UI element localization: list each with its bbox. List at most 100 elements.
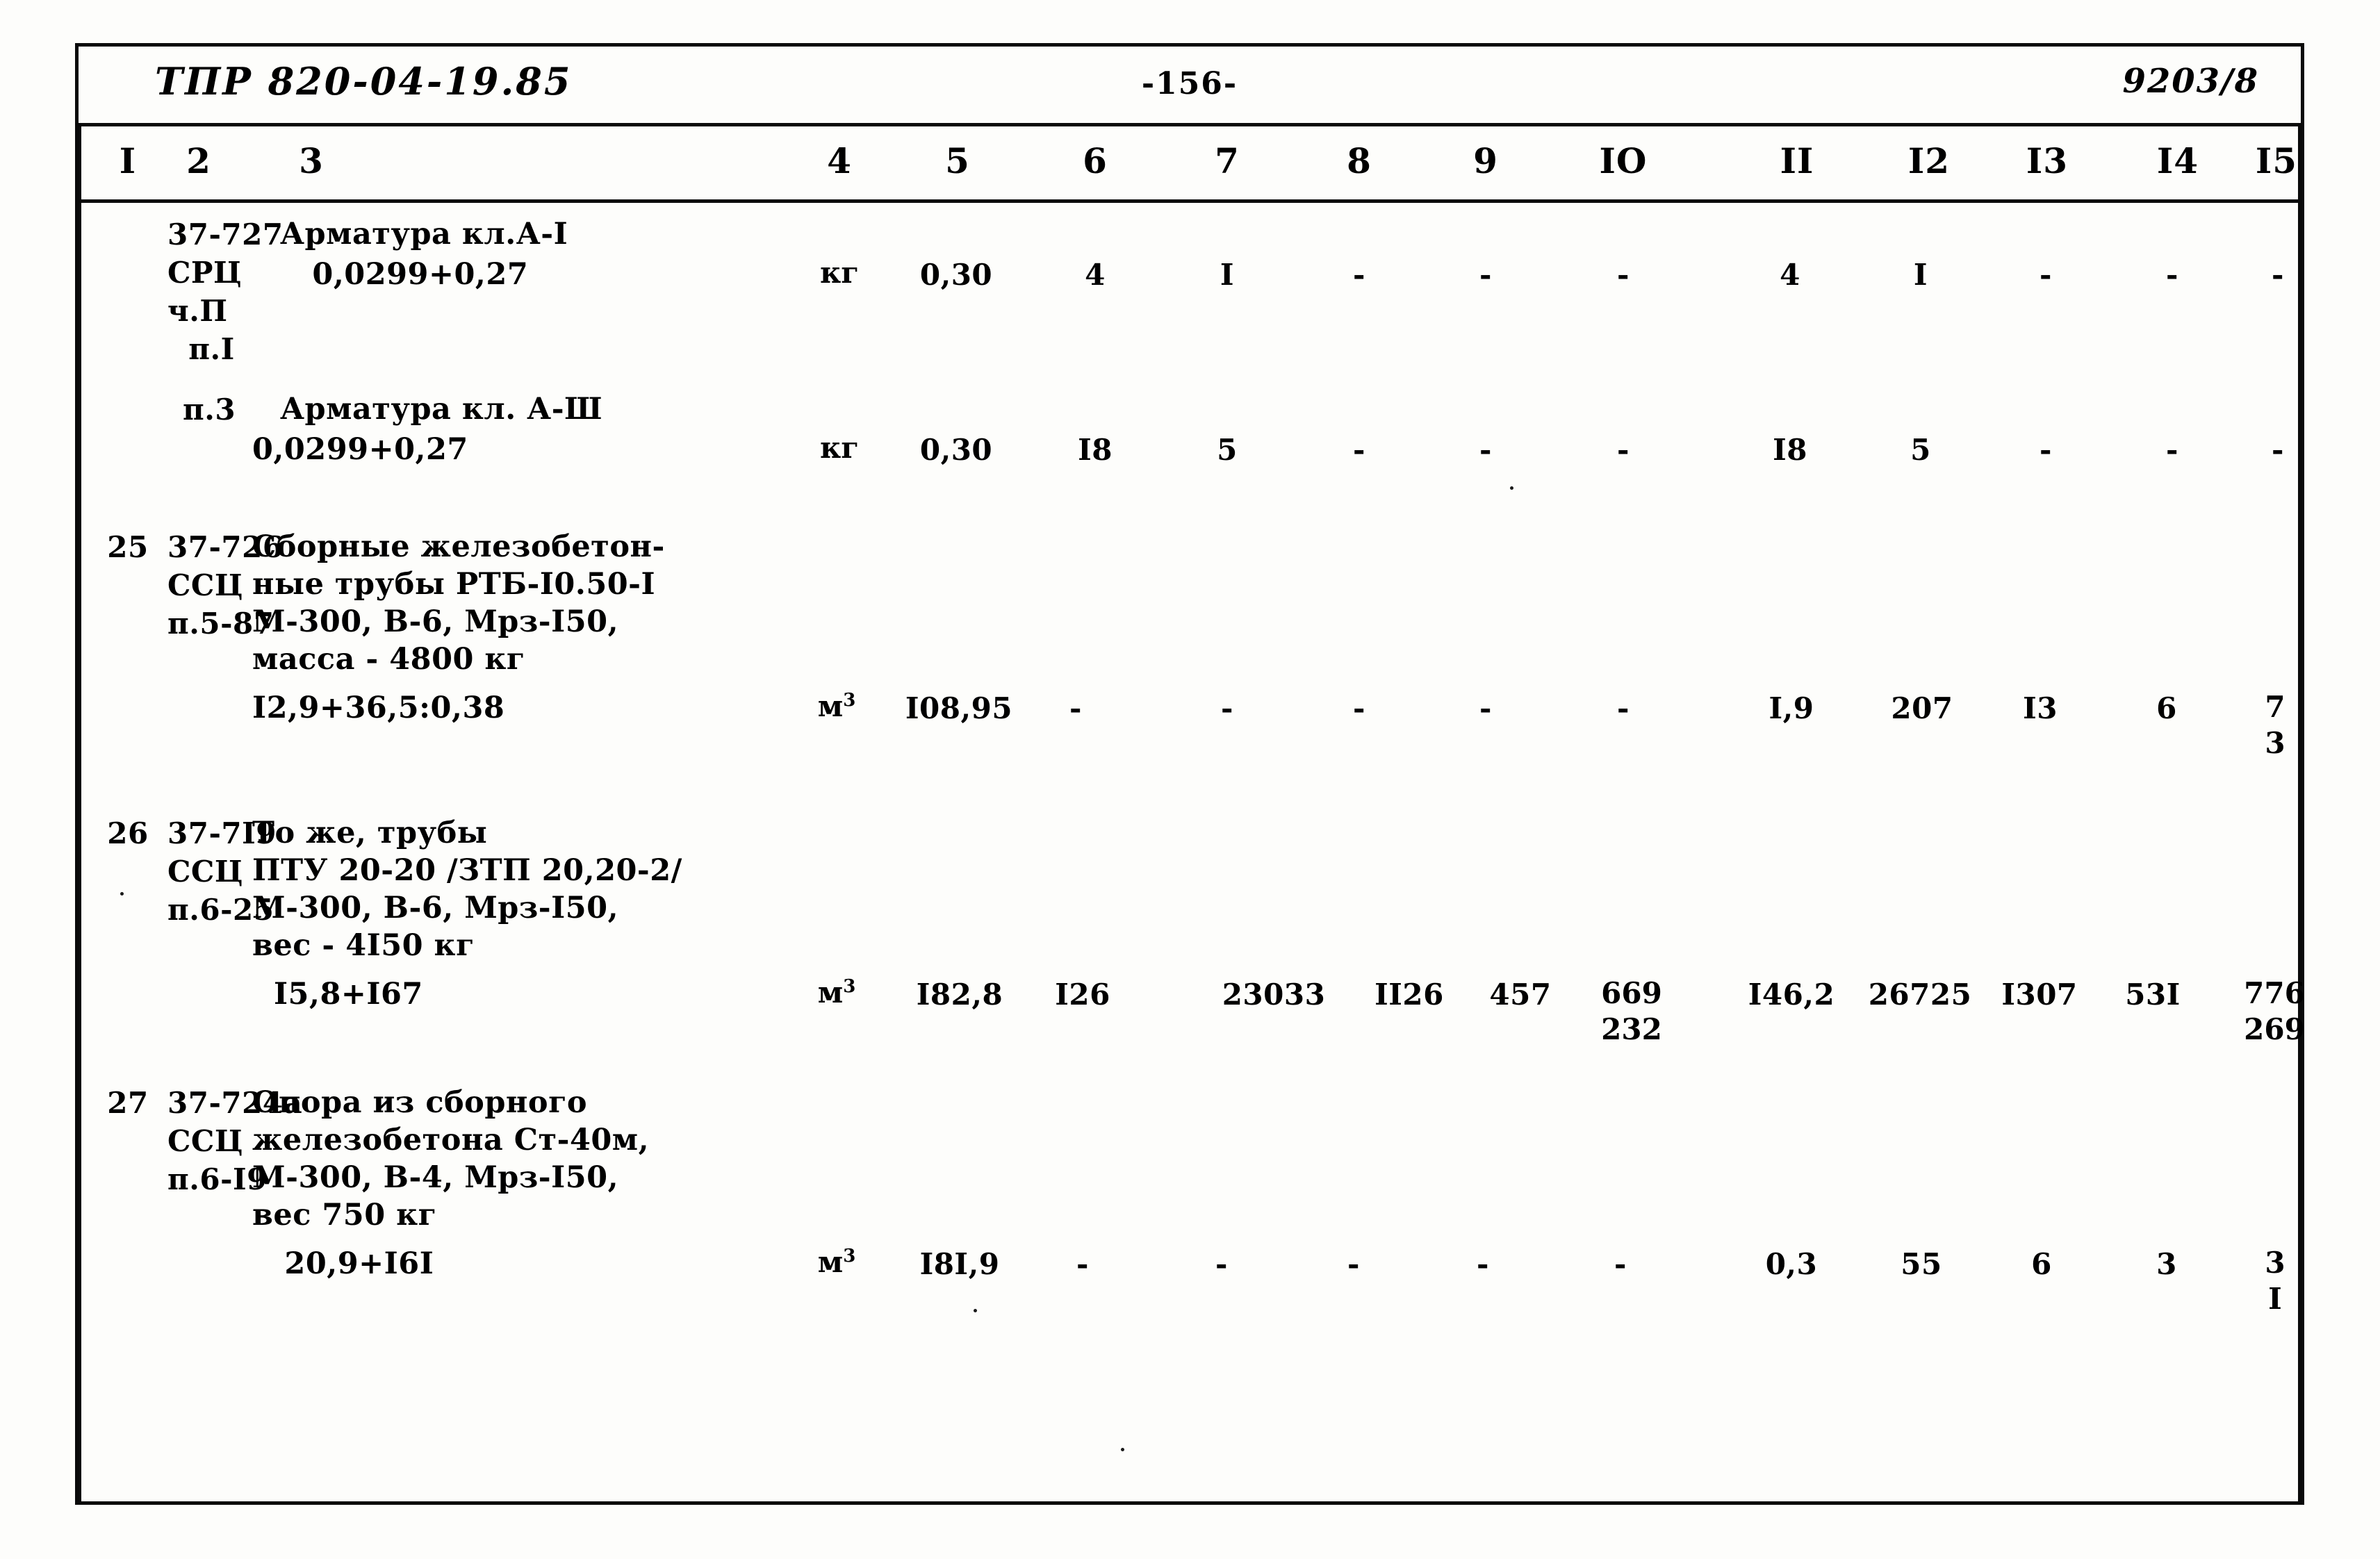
row-formula: 0,0299+0,27 — [252, 432, 468, 467]
column-header-4: 4 — [827, 140, 852, 181]
row-col12: 55 — [1901, 1247, 1942, 1281]
row-number: 26 — [107, 816, 149, 850]
column-header-8: 8 — [1347, 140, 1372, 181]
row-col11: 4 — [1780, 258, 1800, 292]
row-col11: I8 — [1773, 433, 1807, 467]
row-col14: - — [2166, 433, 2178, 467]
row-col15: 3 I — [2265, 1246, 2285, 1316]
row-col7: - — [1215, 1247, 1228, 1281]
row-col8: 23033 — [1222, 978, 1326, 1012]
row-col6: 4 — [1085, 258, 1106, 292]
row-description: Арматура кл.А-I — [280, 217, 568, 251]
row-col9: - — [1479, 258, 1492, 292]
row-col9b: 457 — [1489, 978, 1552, 1012]
row-unit: м3 — [817, 975, 856, 1009]
row-col15: 776 269 — [2244, 976, 2305, 1046]
row-col14: - — [2166, 258, 2178, 292]
row-col7: I — [1220, 258, 1235, 292]
row-col10: 669 232 — [1601, 976, 1662, 1046]
column-number-row: I 2 3 4 5 6 7 8 9 IO II I2 I3 I4 I5 — [79, 126, 2301, 199]
row-col10: - — [1617, 433, 1630, 467]
column-header-11: II — [1780, 140, 1814, 181]
row-col5: I08,95 — [905, 691, 1013, 725]
column-header-10: IO — [1599, 140, 1648, 181]
row-formula: I5,8+I67 — [252, 977, 423, 1012]
row-description: Опора из сборного железобетона Ст-40м, М… — [252, 1085, 650, 1232]
row-col10: - — [1614, 1247, 1627, 1281]
row-col9: - — [1479, 433, 1492, 467]
row-col5: I82,8 — [916, 978, 1003, 1012]
row-unit: м3 — [817, 1245, 856, 1279]
row-col12: 5 — [1910, 433, 1931, 467]
column-header-7: 7 — [1215, 140, 1240, 181]
column-header-15: I5 — [2255, 140, 2298, 181]
row-col8: - — [1353, 258, 1365, 292]
column-header-1: I — [119, 140, 137, 181]
column-header-5: 5 — [945, 140, 970, 181]
row-col6: - — [1069, 691, 1082, 725]
row-number: 25 — [107, 530, 149, 564]
column-header-2: 2 — [186, 140, 211, 181]
row-description: То же, трубы ПТУ 20-20 /ЗТП 20,20-2/ М-3… — [252, 816, 682, 963]
row-col8: - — [1353, 433, 1365, 467]
scan-speck — [1510, 486, 1513, 490]
row-number: 27 — [107, 1086, 149, 1120]
row-col5: I8I,9 — [919, 1247, 1000, 1281]
row-unit: кг — [819, 256, 860, 290]
row-description: Арматура кл. А-Ш — [280, 392, 603, 427]
row-col13: 6 — [2031, 1247, 2052, 1281]
row-col13: - — [2040, 258, 2052, 292]
row-col15: - — [2272, 258, 2284, 292]
row-col11: I,9 — [1768, 691, 1814, 725]
table-body: 37-727 СРЦ ч.П п.I Арматура кл.А-I 0,029… — [79, 203, 2305, 1505]
scan-speck — [120, 892, 124, 896]
row-col6: - — [1076, 1247, 1089, 1281]
column-header-13: I3 — [2026, 140, 2069, 181]
row-col5: 0,30 — [919, 258, 993, 292]
row-col8: - — [1353, 691, 1365, 725]
row-col5: 0,30 — [919, 433, 993, 467]
row-col10: - — [1617, 691, 1630, 725]
row-description: Сборные железобетон- ные трубы РТБ-I0.50… — [252, 529, 665, 677]
row-code: 37-727 СРЦ ч.П п.I — [167, 217, 284, 366]
row-col15: 7 3 — [2265, 690, 2285, 760]
row-col12: 26725 — [1868, 978, 1972, 1012]
row-col11: 0,3 — [1765, 1247, 1818, 1281]
column-header-14: I4 — [2156, 140, 2199, 181]
scan-speck — [974, 1309, 977, 1312]
row-col14: 53I — [2125, 978, 2181, 1012]
row-col9: - — [1477, 1247, 1489, 1281]
row-col14: 3 — [2156, 1247, 2177, 1281]
row-formula: 20,9+I6I — [252, 1246, 434, 1281]
row-formula: 0,0299+0,27 — [280, 257, 529, 292]
scan-speck — [1121, 1448, 1124, 1451]
row-col8: - — [1347, 1247, 1360, 1281]
row-col10: - — [1617, 258, 1630, 292]
row-col6: I8 — [1078, 433, 1113, 467]
row-unit: м3 — [817, 689, 856, 723]
row-col13: I3 — [2023, 691, 2058, 725]
row-col13: - — [2040, 433, 2052, 467]
row-col15: - — [2272, 433, 2284, 467]
row-col14: 6 — [2156, 691, 2177, 725]
page-header: ТПР 820-04-19.85 -156- 9203/8 — [79, 47, 2301, 123]
row-col12: 207 — [1891, 691, 1953, 725]
row-col13: I307 — [2001, 978, 2078, 1012]
row-col9: - — [1479, 691, 1492, 725]
row-col7: 5 — [1217, 433, 1238, 467]
column-header-9: 9 — [1473, 140, 1498, 181]
column-header-12: I2 — [1907, 140, 1951, 181]
row-col7: - — [1221, 691, 1233, 725]
scanned-page: ТПР 820-04-19.85 -156- 9203/8 I 2 3 4 5 … — [0, 0, 2380, 1559]
row-col9: II26 — [1374, 978, 1444, 1012]
sheet-code: 9203/8 — [2122, 62, 2259, 101]
row-formula: I2,9+36,5:0,38 — [252, 691, 505, 725]
column-header-6: 6 — [1083, 140, 1108, 181]
row-col11: I46,2 — [1748, 978, 1835, 1012]
row-col6: I26 — [1055, 978, 1110, 1012]
page-number: -156- — [1141, 66, 1238, 101]
row-unit: кг — [819, 431, 860, 465]
row-code: п.3 — [183, 393, 236, 427]
row-col12: I — [1913, 258, 1928, 292]
column-header-3: 3 — [299, 140, 324, 181]
